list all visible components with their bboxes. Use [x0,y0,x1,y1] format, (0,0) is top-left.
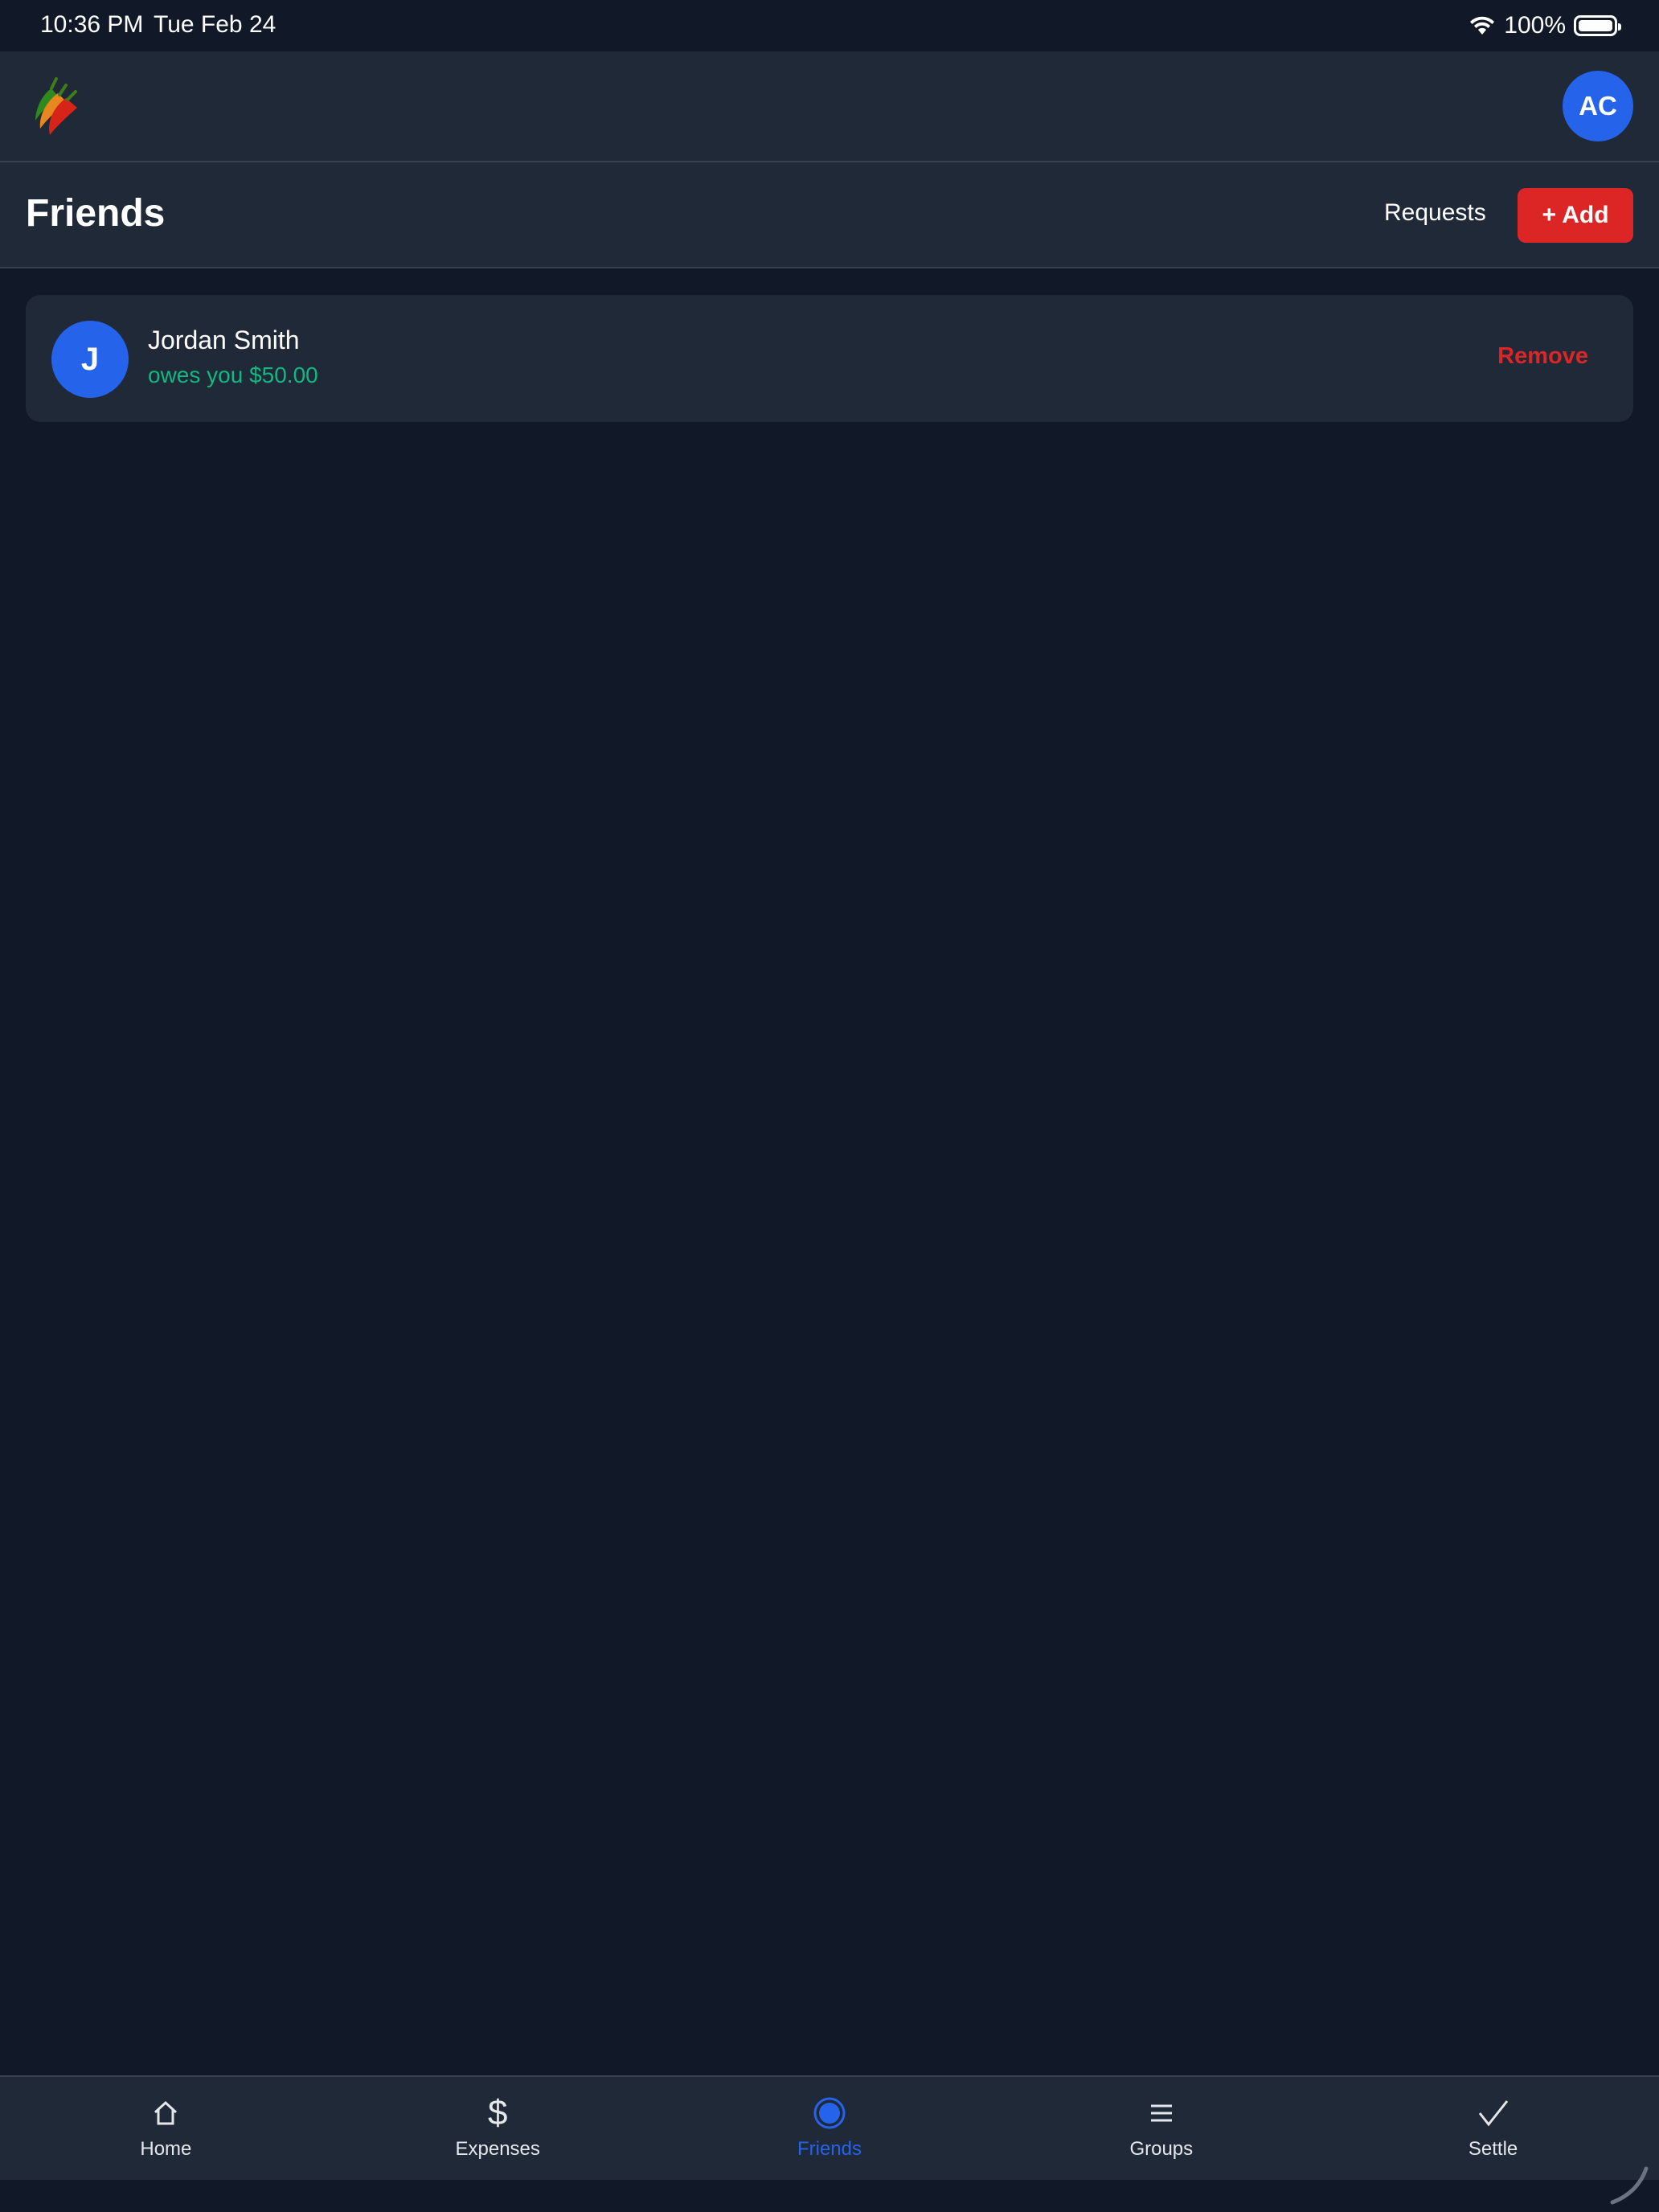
battery-percent: 100% [1504,12,1566,39]
status-date: Tue Feb 24 [154,11,276,38]
tab-groups[interactable]: Groups [995,2077,1327,2180]
status-time: 10:36 PM [40,11,144,38]
menu-icon [1149,2093,1174,2133]
tab-label: Home [140,2138,192,2160]
friend-avatar: J [51,321,129,398]
chili-pepper-icon[interactable] [27,71,95,138]
tab-bar: Home $ Expenses Friends Groups Settle [0,2075,1659,2180]
tab-home[interactable]: Home [0,2077,332,2180]
friend-list-item[interactable]: J Jordan Smith owes you $50.00 Remove [26,295,1633,422]
home-icon [152,2093,179,2133]
app-header: AC [0,51,1659,162]
remove-friend-button[interactable]: Remove [1497,343,1588,370]
battery-icon [1574,15,1621,36]
status-indicators: 100% [1469,10,1621,42]
add-friend-button[interactable]: + Add [1518,188,1633,243]
friends-dot-icon [813,2093,846,2133]
tab-settle[interactable]: Settle [1327,2077,1659,2180]
tab-friends[interactable]: Friends [664,2077,996,2180]
dollar-icon: $ [487,2093,508,2132]
status-bar: 10:36 PM Tue Feb 24 100% [0,0,1659,51]
friend-name: Jordan Smith [148,326,300,354]
requests-button[interactable]: Requests [1384,199,1486,227]
page-header: Friends Requests + Add [0,162,1659,268]
tab-label: Expenses [455,2138,540,2160]
user-avatar[interactable]: AC [1563,71,1633,141]
wifi-icon [1470,16,1495,35]
checkmark-icon [1477,2093,1509,2133]
tab-expenses[interactable]: $ Expenses [332,2077,664,2180]
tab-label: Groups [1129,2138,1194,2160]
tab-label: Settle [1468,2138,1518,2160]
resize-handle-icon [1610,2166,1649,2205]
friend-balance: owes you $50.00 [148,363,318,387]
page-title: Friends [26,192,166,235]
tab-label: Friends [797,2138,862,2160]
